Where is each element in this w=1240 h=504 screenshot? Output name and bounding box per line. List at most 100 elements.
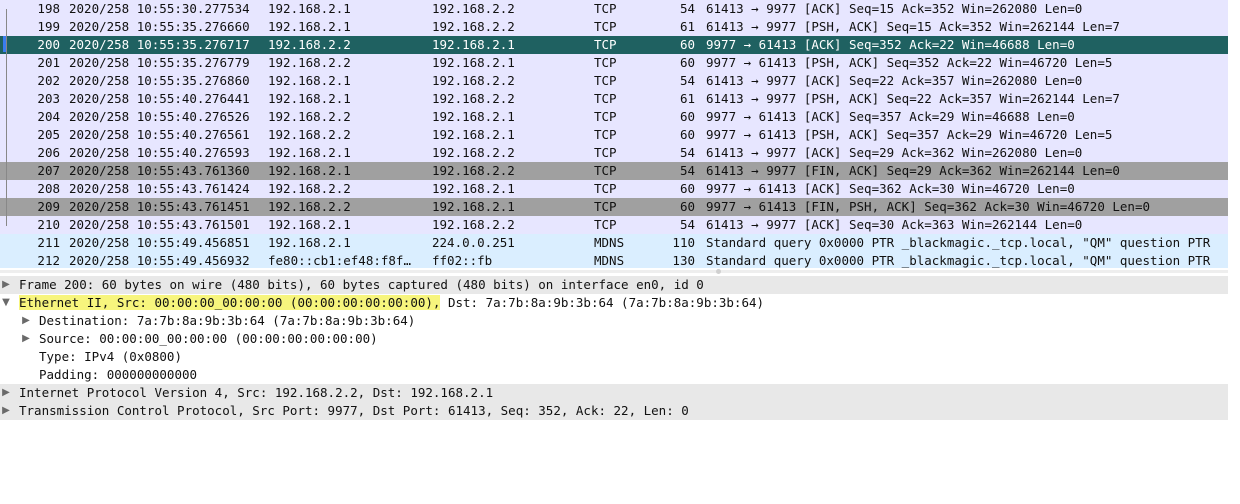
packet-number: 199 [37, 19, 60, 34]
conversation-line [6, 144, 7, 162]
packet-row[interactable]: 198 2020/258 10:55:30.277534 192.168.2.1 19… [0, 0, 1228, 18]
related-packet-marker [2, 36, 10, 54]
packet-destination: 192.168.2.1 [432, 181, 515, 196]
packet-row[interactable]: 203 2020/258 10:55:40.276441 192.168.2.1 19… [0, 90, 1228, 108]
packet-row-selected[interactable]: 200 2020/258 10:55:35.276717 192.168.2.2 19… [0, 36, 1228, 54]
expand-arrow-icon[interactable]: ▶ [0, 384, 12, 402]
packet-list[interactable]: 198 2020/258 10:55:30.277534 192.168.2.1 19… [0, 0, 1228, 268]
packet-info: 9977 → 61413 [ACK] Seq=357 Ack=29 Win=46… [706, 109, 1075, 124]
expand-arrow-icon[interactable]: ▶ [0, 276, 12, 294]
conversation-line [6, 198, 7, 216]
related-packet-marker [2, 54, 10, 72]
packet-row[interactable]: 202 2020/258 10:55:35.276860 192.168.2.1 19… [0, 72, 1228, 90]
packet-length: 61 [679, 19, 695, 34]
tree-item-ip[interactable]: ▶ Internet Protocol Version 4, Src: 192.… [0, 384, 1228, 402]
packet-time: 2020/258 10:55:43.761451 [69, 199, 250, 214]
pane-splitter[interactable] [0, 270, 1228, 273]
packet-destination: 192.168.2.1 [432, 55, 515, 70]
packet-number: 211 [37, 235, 60, 250]
conversation-line [6, 18, 7, 36]
conversation-line [6, 90, 7, 108]
packet-number: 207 [37, 163, 60, 178]
packet-time: 2020/258 10:55:43.761424 [69, 181, 250, 196]
packet-source: 192.168.2.1 [268, 19, 351, 34]
tree-item-label: Type: IPv4 (0x0800) [39, 349, 182, 364]
packet-destination: 192.168.2.2 [432, 19, 515, 34]
packet-row[interactable]: 209 2020/258 10:55:43.761451 192.168.2.2 19… [0, 198, 1228, 216]
packet-info: Standard query 0x0000 PTR _blackmagic._t… [706, 235, 1211, 250]
packet-destination: 192.168.2.2 [432, 73, 515, 88]
packet-row[interactable]: 208 2020/258 10:55:43.761424 192.168.2.2 19… [0, 180, 1228, 198]
packet-time: 2020/258 10:55:49.456932 [69, 253, 250, 268]
packet-row[interactable]: 211 2020/258 10:55:49.456851 192.168.2.1 22… [0, 234, 1228, 252]
collapse-arrow-icon[interactable]: ▼ [0, 294, 12, 312]
packet-number: 204 [37, 109, 60, 124]
packet-info: 9977 → 61413 [FIN, PSH, ACK] Seq=362 Ack… [706, 199, 1151, 214]
expand-arrow-icon[interactable]: ▶ [0, 402, 12, 420]
packet-time: 2020/258 10:55:35.276860 [69, 73, 250, 88]
packet-destination: 192.168.2.2 [432, 145, 515, 160]
packet-source: 192.168.2.2 [268, 109, 351, 124]
tree-item-label: Internet Protocol Version 4, Src: 192.16… [19, 385, 494, 400]
packet-row[interactable]: 210 2020/258 10:55:43.761501 192.168.2.1 19… [0, 216, 1228, 234]
expand-arrow-icon[interactable]: ▶ [20, 330, 32, 348]
packet-row[interactable]: 206 2020/258 10:55:40.276593 192.168.2.1 19… [0, 144, 1228, 162]
packet-row[interactable]: 201 2020/258 10:55:35.276779 192.168.2.2 19… [0, 54, 1228, 72]
packet-row[interactable]: 199 2020/258 10:55:35.276660 192.168.2.1 19… [0, 18, 1228, 36]
expand-arrow-icon[interactable]: ▶ [20, 312, 32, 330]
related-packet-marker [2, 216, 10, 234]
splitter-handle[interactable] [716, 269, 721, 274]
packet-details[interactable]: ▶ Frame 200: 60 bytes on wire (480 bits)… [0, 276, 1228, 420]
tree-item-label: Ethernet II, Src: 00:00:00_00:00:00 (00:… [19, 294, 764, 312]
packet-protocol: TCP [594, 55, 617, 70]
tree-item-source[interactable]: ▶ Source: 00:00:00_00:00:00 (00:00:00:00… [0, 330, 1228, 348]
packet-row[interactable]: 205 2020/258 10:55:40.276561 192.168.2.2 19… [0, 126, 1228, 144]
packet-number: 208 [37, 181, 60, 196]
packet-info: 61413 → 9977 [PSH, ACK] Seq=22 Ack=357 W… [706, 91, 1120, 106]
packet-length: 54 [679, 217, 695, 232]
conversation-line [6, 36, 7, 54]
tree-item-destination[interactable]: ▶ Destination: 7a:7b:8a:9b:3b:64 (7a:7b:… [0, 312, 1228, 330]
related-packet-marker [2, 0, 10, 18]
packet-source: 192.168.2.1 [268, 145, 351, 160]
tree-item-label: Frame 200: 60 bytes on wire (480 bits), … [19, 277, 704, 292]
packet-destination: 192.168.2.2 [432, 163, 515, 178]
conversation-line [6, 9, 7, 18]
packet-time: 2020/258 10:55:35.276660 [69, 19, 250, 34]
conversation-line [6, 180, 7, 198]
tree-item-tcp[interactable]: ▶ Transmission Control Protocol, Src Por… [0, 402, 1228, 420]
tree-item-padding[interactable]: Padding: 000000000000 [0, 366, 1228, 384]
tree-item-frame[interactable]: ▶ Frame 200: 60 bytes on wire (480 bits)… [0, 276, 1228, 294]
packet-time: 2020/258 10:55:40.276561 [69, 127, 250, 142]
packet-time: 2020/258 10:55:40.276526 [69, 109, 250, 124]
packet-row[interactable]: 207 2020/258 10:55:43.761360 192.168.2.1 19… [0, 162, 1228, 180]
packet-protocol: TCP [594, 163, 617, 178]
related-packet-marker [2, 234, 10, 252]
related-packet-marker [2, 126, 10, 144]
tree-item-type[interactable]: Type: IPv4 (0x0800) [0, 348, 1228, 366]
packet-info: 61413 → 9977 [ACK] Seq=15 Ack=352 Win=26… [706, 1, 1083, 16]
related-packet-marker [2, 18, 10, 36]
packet-source: 192.168.2.2 [268, 181, 351, 196]
packet-length: 110 [672, 235, 695, 250]
packet-time: 2020/258 10:55:49.456851 [69, 235, 250, 250]
packet-time: 2020/258 10:55:43.761501 [69, 217, 250, 232]
packet-row[interactable]: 204 2020/258 10:55:40.276526 192.168.2.2 19… [0, 108, 1228, 126]
packet-length: 60 [679, 109, 695, 124]
packet-source: 192.168.2.2 [268, 127, 351, 142]
conversation-line [6, 126, 7, 144]
packet-info: 61413 → 9977 [PSH, ACK] Seq=15 Ack=352 W… [706, 19, 1120, 34]
related-packet-marker [2, 144, 10, 162]
packet-info: 9977 → 61413 [ACK] Seq=352 Ack=22 Win=46… [706, 37, 1075, 52]
related-packet-marker [2, 252, 10, 268]
packet-protocol: MDNS [594, 235, 625, 250]
packet-row[interactable]: 212 2020/258 10:55:49.456932 fe80::cb1:ef4… [0, 252, 1228, 268]
packet-length: 60 [679, 181, 695, 196]
packet-protocol: TCP [594, 109, 617, 124]
packet-length: 60 [679, 55, 695, 70]
packet-destination: 192.168.2.1 [432, 109, 515, 124]
packet-time: 2020/258 10:55:35.276717 [69, 37, 250, 52]
packet-info: 61413 → 9977 [FIN, ACK] Seq=29 Ack=362 W… [706, 163, 1120, 178]
tree-item-ethernet[interactable]: ▼ Ethernet II, Src: 00:00:00_00:00:00 (0… [0, 294, 1228, 312]
packet-number: 203 [37, 91, 60, 106]
